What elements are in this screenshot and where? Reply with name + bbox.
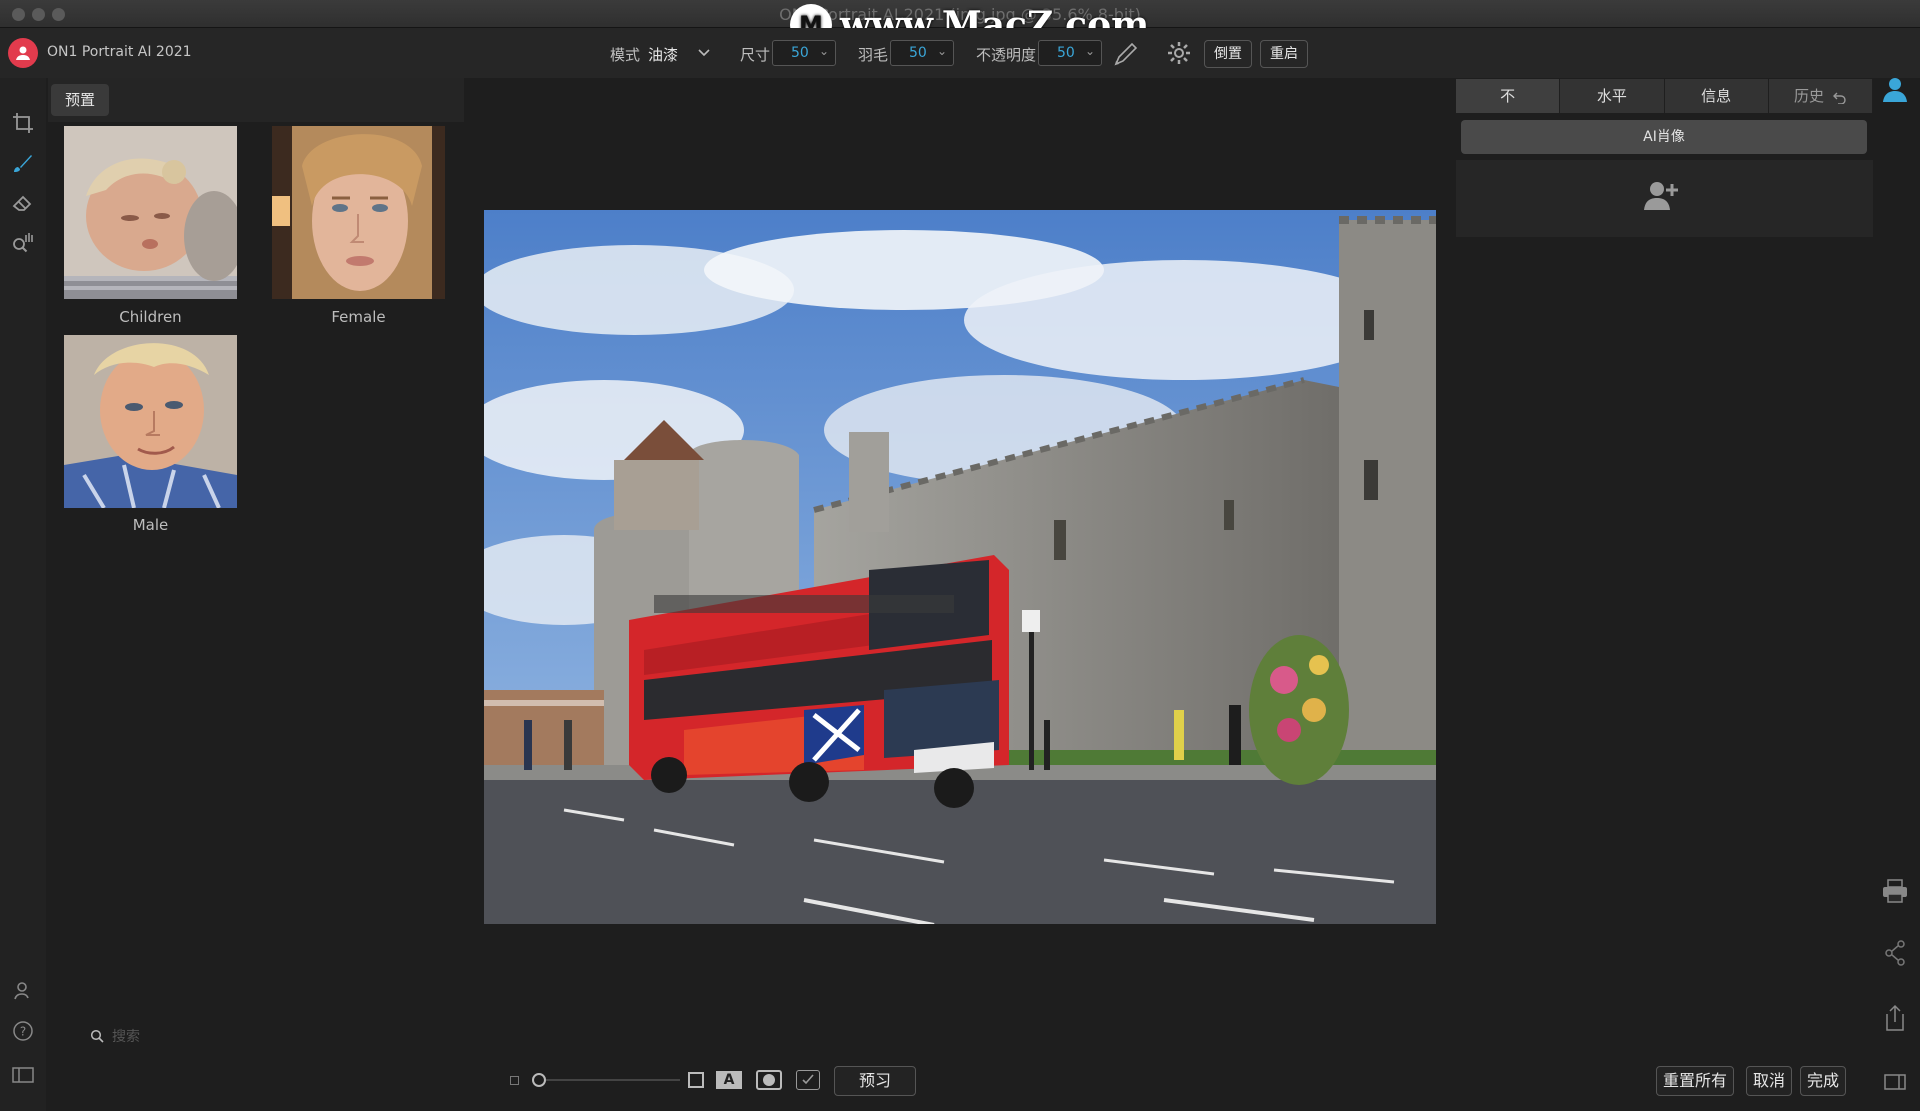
chevron-down-icon[interactable] [698,49,710,57]
user-profile-icon[interactable] [8,976,38,1006]
invert-button[interactable]: 倒置 [1204,40,1252,68]
tab-history[interactable]: 历史 [1768,79,1873,113]
chevron-down-icon: ⌄ [818,44,829,58]
preset-label-children: Children [119,308,182,326]
done-button[interactable]: 完成 [1800,1066,1847,1096]
zoom-fit-icon[interactable] [688,1072,704,1088]
zoom-slider-handle[interactable] [532,1073,546,1087]
reset-button[interactable]: 重启 [1260,40,1308,68]
app-logo-icon [8,38,38,68]
text-overlay-icon[interactable]: A [716,1071,742,1089]
zoom-slider-track[interactable] [546,1079,680,1081]
photo-canvas[interactable] [484,210,1436,924]
feather-input[interactable]: 50 ⌄ [890,40,954,66]
preset-label-male: Male [132,516,169,534]
cancel-button[interactable]: 取消 [1746,1066,1793,1096]
feather-value: 50 [909,45,927,61]
gear-icon[interactable] [1166,40,1192,66]
tab-level[interactable]: 水平 [1560,79,1665,113]
zoom-min-icon[interactable] [510,1076,519,1085]
bottom-bar [0,1060,1920,1111]
user-account-icon[interactable] [1880,74,1910,104]
search-icon [90,1029,104,1043]
crop-icon[interactable] [8,108,38,138]
size-input[interactable]: 50 ⌄ [772,40,836,66]
brush-icon[interactable] [8,148,38,178]
brush-pen-icon[interactable] [1112,40,1140,68]
size-label: 尺寸 [740,46,771,64]
mode-label: 模式 [610,46,641,64]
top-toolbar: ON1 Portrait AI 2021 模式 油漆 尺寸 50 ⌄ 羽毛 50… [0,28,1920,78]
export-icon[interactable] [1880,1003,1910,1033]
opacity-value: 50 [1057,45,1075,61]
eraser-icon[interactable] [8,188,38,218]
print-icon[interactable] [1880,876,1910,906]
share-icon[interactable] [1880,938,1910,968]
tab-none[interactable]: 不 [1456,79,1561,113]
svg-text:?: ? [20,1025,26,1039]
app-name: ON1 Portrait AI 2021 [47,44,192,60]
title-bar: ON1 Portrait AI 2021 (img.jpg @ 35.6% 8-… [0,0,1920,46]
chevron-down-icon: ⌄ [936,44,947,58]
undo-icon [1832,92,1846,105]
add-face-icon[interactable] [1644,180,1680,212]
chevron-down-icon: ⌄ [1084,44,1095,58]
zoom-hand-icon[interactable] [8,228,38,258]
size-value: 50 [791,45,809,61]
opacity-input[interactable]: 50 ⌄ [1038,40,1102,66]
feather-label: 羽毛 [858,46,889,64]
preset-header: 预置 [48,78,464,122]
mask-view-icon[interactable] [756,1070,782,1090]
preset-search[interactable]: 搜索 [90,1026,140,1046]
tab-history-label: 历史 [1793,87,1824,105]
tab-info[interactable]: 信息 [1664,79,1769,113]
photo-image [484,210,1436,924]
reset-all-button[interactable]: 重置所有 [1656,1066,1735,1096]
search-input[interactable]: 搜索 [112,1026,140,1046]
mode-dropdown[interactable]: 油漆 [648,44,678,65]
preset-label-female: Female [331,308,386,326]
preset-thumbnail-children[interactable] [64,126,237,299]
preset-thumbnail-male[interactable] [64,335,237,508]
tab-presets[interactable]: 预置 [51,84,110,116]
preview-button[interactable]: 预习 [834,1066,916,1096]
faces-panel [1456,160,1873,237]
help-icon[interactable]: ? [8,1016,38,1046]
opacity-label: 不透明度 [976,46,1037,64]
ai-portrait-button[interactable]: AI肖像 [1461,120,1867,154]
preset-thumbnail-female[interactable] [272,126,445,299]
preset-panel: 预置 Children Female Male 搜索 [48,78,464,1111]
right-panel-tabs: 不 水平 信息 历史 [1456,79,1873,113]
left-toolbar: ? [0,78,46,1111]
compare-icon[interactable] [796,1070,820,1090]
